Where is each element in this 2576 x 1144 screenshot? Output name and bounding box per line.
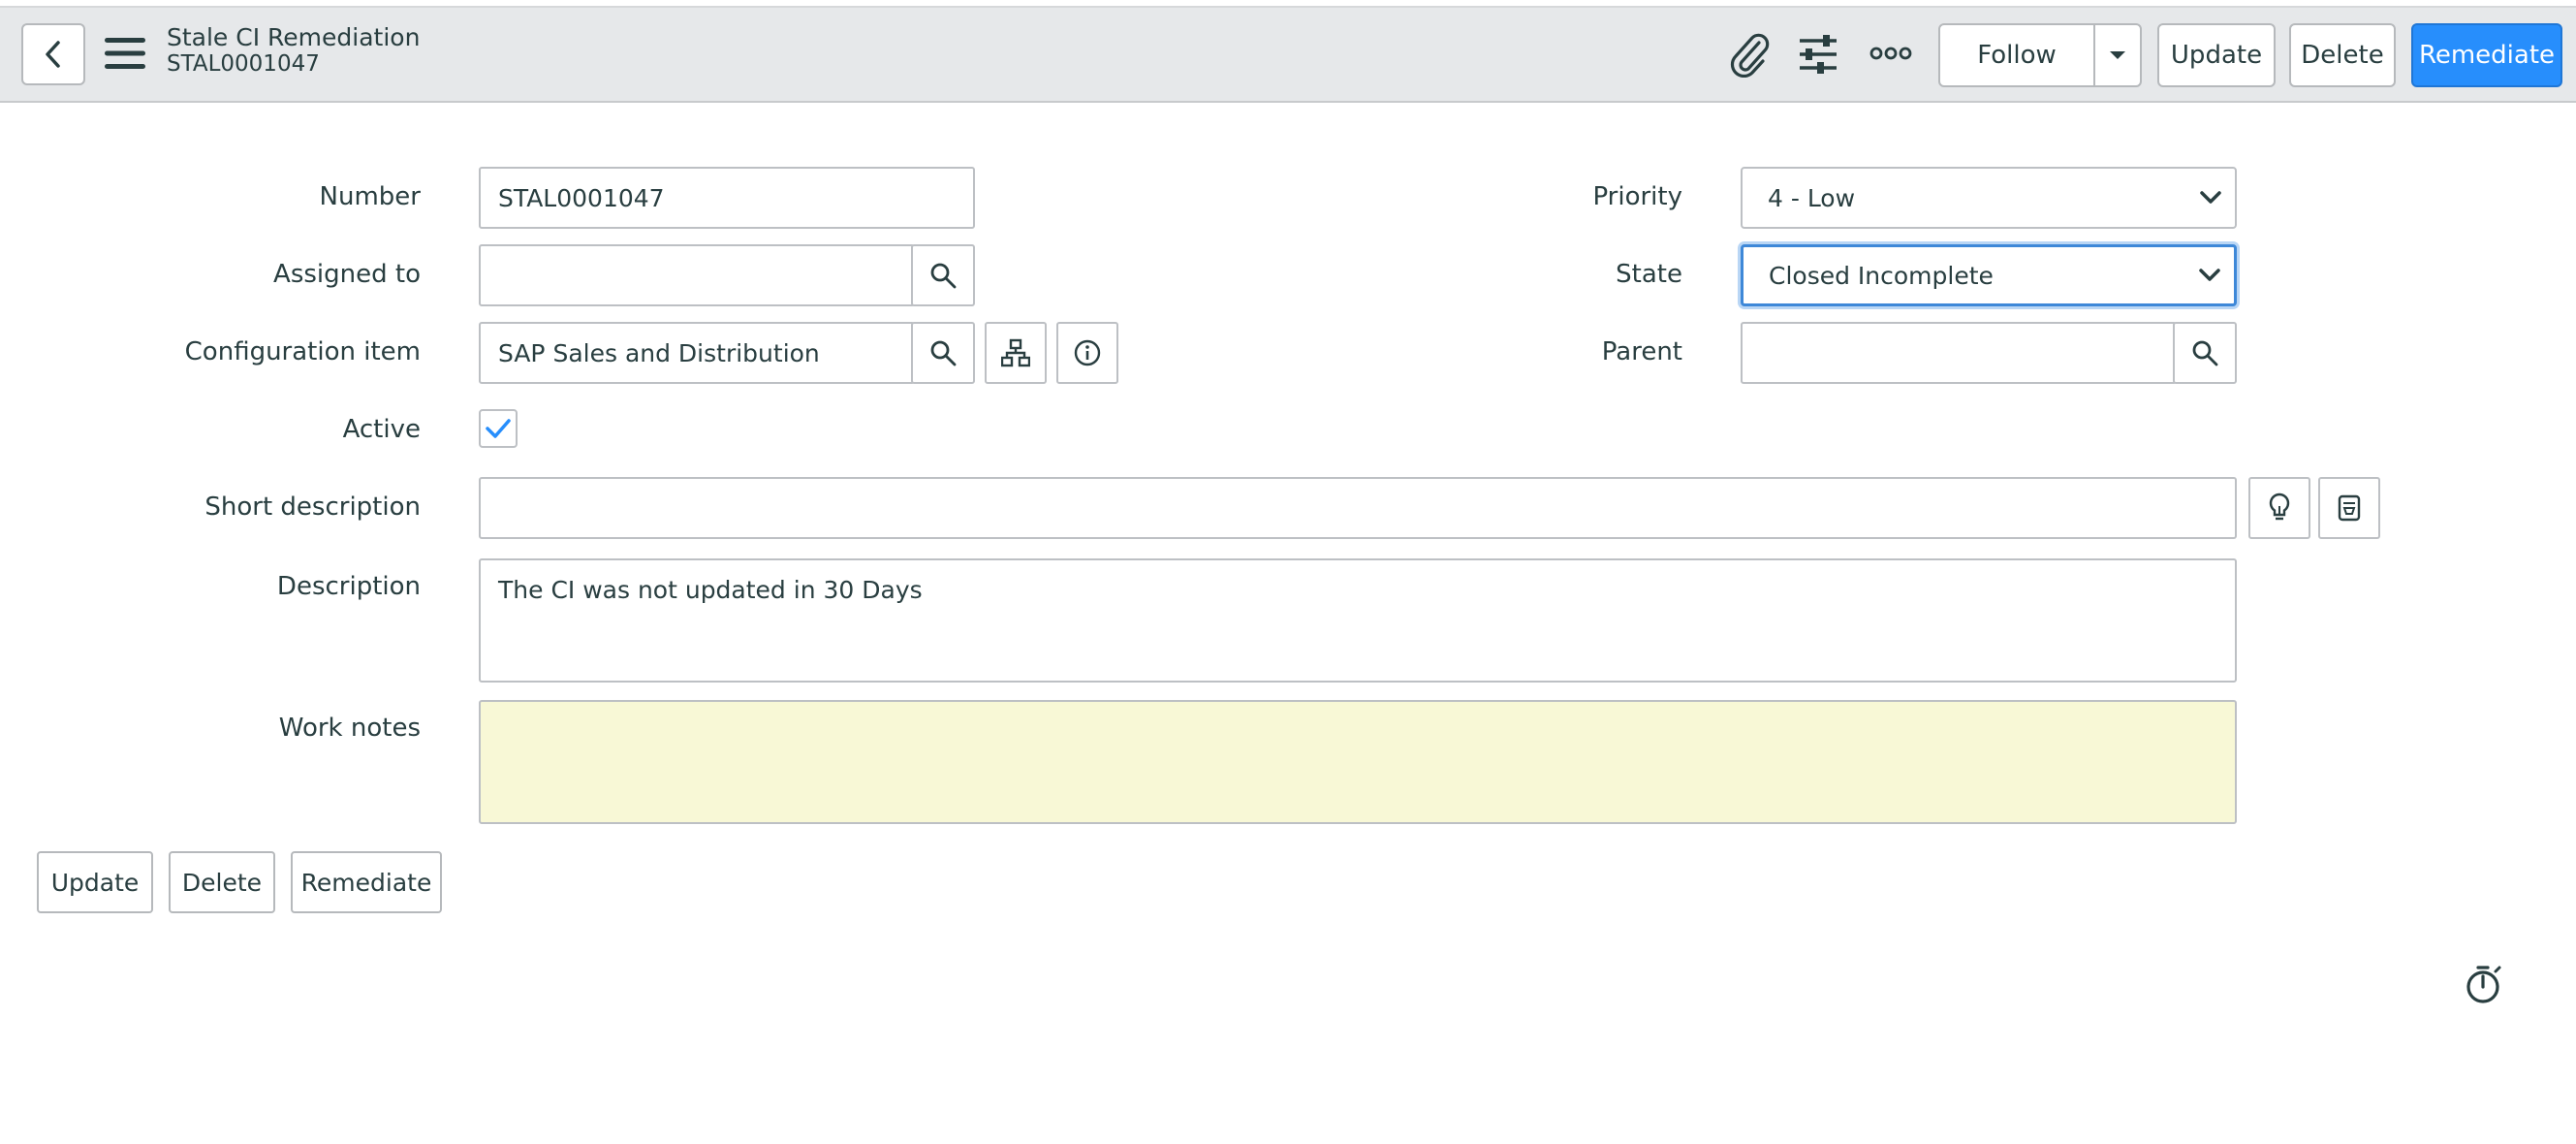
short-description-label: Short description: [204, 493, 421, 522]
paperclip-icon: [1730, 33, 1770, 78]
header-remediate-button[interactable]: Remediate: [2411, 23, 2562, 87]
number-field[interactable]: STAL0001047: [479, 167, 975, 229]
record-number: STAL0001047: [167, 51, 320, 77]
parent-field[interactable]: [1741, 322, 2177, 384]
parent-label: Parent: [1601, 337, 1682, 366]
hamburger-icon: [105, 38, 145, 69]
follow-button[interactable]: Follow: [1938, 23, 2095, 87]
lightbulb-icon: [2269, 493, 2290, 521]
sliders-icon: [1800, 35, 1837, 74]
state-label: State: [1616, 260, 1682, 289]
form-title: Stale CI Remediation: [167, 23, 421, 51]
template-icon: [2338, 494, 2361, 522]
back-button[interactable]: [21, 23, 85, 85]
footer-remediate-button[interactable]: Remediate: [291, 851, 442, 913]
template-button[interactable]: [2318, 477, 2380, 539]
active-label: Active: [342, 415, 421, 444]
search-icon: [930, 263, 957, 289]
work-notes-label: Work notes: [278, 714, 421, 743]
configuration-item-field[interactable]: SAP Sales and Distribution: [479, 322, 915, 384]
assigned-to-label: Assigned to: [273, 260, 421, 289]
response-time-button[interactable]: [2462, 962, 2504, 1006]
chevron-down-icon: [2200, 191, 2221, 204]
more-dots-icon: [1869, 47, 1912, 60]
more-options-button[interactable]: [1869, 39, 1913, 68]
work-notes-textarea[interactable]: [479, 700, 2237, 824]
description-textarea[interactable]: The CI was not updated in 30 Days: [479, 558, 2237, 683]
search-icon: [2192, 340, 2218, 366]
configuration-item-label: Configuration item: [184, 337, 421, 366]
caret-down-icon: [2110, 51, 2125, 59]
priority-value: 4 - Low: [1768, 183, 1856, 212]
stopwatch-icon: [2466, 966, 2501, 1003]
footer-update-button[interactable]: Update: [37, 851, 153, 913]
search-icon: [930, 340, 957, 366]
personalize-form-button[interactable]: [1795, 31, 1841, 78]
chevron-down-icon: [2199, 269, 2220, 281]
dependency-map-button[interactable]: [985, 322, 1047, 384]
header-update-button[interactable]: Update: [2157, 23, 2276, 87]
state-select[interactable]: Closed Incomplete: [1741, 244, 2237, 306]
priority-select[interactable]: 4 - Low: [1741, 167, 2237, 229]
description-label: Description: [276, 572, 421, 601]
priority-label: Priority: [1592, 182, 1682, 211]
suggestion-button[interactable]: [2248, 477, 2310, 539]
header-delete-button[interactable]: Delete: [2289, 23, 2396, 87]
number-label: Number: [319, 182, 421, 211]
state-value: Closed Incomplete: [1769, 261, 1994, 290]
parent-lookup-button[interactable]: [2173, 322, 2237, 384]
active-checkbox[interactable]: [479, 409, 518, 448]
footer-delete-button[interactable]: Delete: [169, 851, 275, 913]
checkmark-icon: [486, 419, 511, 438]
hierarchy-icon: [1001, 338, 1030, 367]
hamburger-menu-button[interactable]: [103, 33, 147, 74]
info-icon: [1074, 339, 1101, 366]
assigned-to-lookup-button[interactable]: [911, 244, 975, 306]
chevron-left-icon: [46, 41, 60, 68]
assigned-to-field[interactable]: [479, 244, 915, 306]
attachment-button[interactable]: [1725, 29, 1772, 79]
follow-dropdown-button[interactable]: [2093, 23, 2142, 87]
short-description-field[interactable]: [479, 477, 2237, 539]
configuration-item-lookup-button[interactable]: [911, 322, 975, 384]
ci-info-button[interactable]: [1056, 322, 1118, 384]
